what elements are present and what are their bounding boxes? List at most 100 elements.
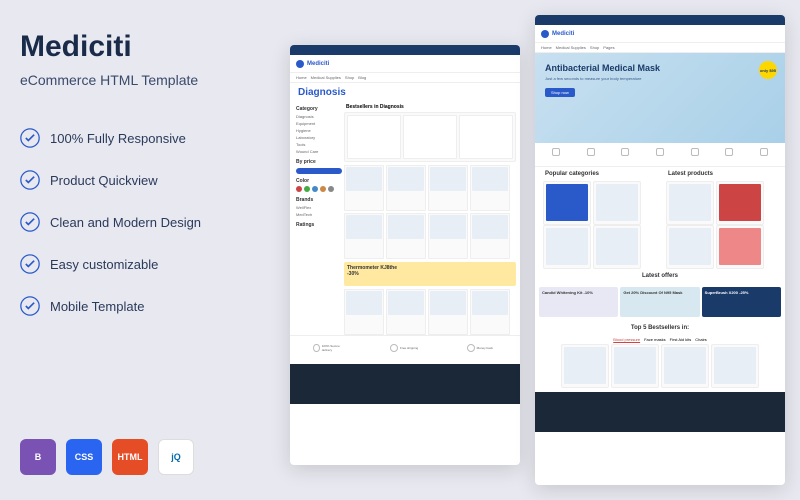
tab-item[interactable]: First Aid kits (670, 337, 692, 342)
color-swatch[interactable] (296, 186, 302, 192)
tab-item[interactable]: Chairs (695, 337, 707, 342)
product-image (346, 167, 382, 191)
truck-icon (390, 344, 398, 352)
product-card[interactable] (666, 225, 714, 269)
product-card[interactable] (428, 165, 468, 211)
product-card[interactable] (344, 213, 384, 259)
product-card[interactable] (470, 165, 510, 211)
product-card[interactable] (711, 344, 759, 388)
nav-item[interactable]: Medical Supplies (556, 45, 586, 50)
product-card[interactable] (428, 213, 468, 259)
category-link[interactable]: Hygiene (294, 127, 344, 134)
category-icon[interactable] (618, 148, 632, 162)
main-nav: Home Medical Supplies Shop Pages (535, 43, 785, 53)
nav-item[interactable]: Home (296, 75, 307, 80)
popular-column: Popular categories (539, 167, 658, 269)
product-card[interactable] (347, 115, 401, 159)
product-card[interactable] (470, 289, 510, 335)
category-icon[interactable] (653, 148, 667, 162)
feature-text: Clean and Modern Design (50, 215, 201, 230)
service-badge: Money back (467, 340, 497, 356)
product-image (546, 228, 588, 265)
category-link[interactable]: Wound Care (294, 148, 344, 155)
shop-now-button[interactable]: Shop now (545, 88, 575, 97)
service-badge: Free shipping (390, 340, 420, 356)
product-image (614, 347, 656, 384)
nav-item[interactable]: Shop (590, 45, 599, 50)
product-card[interactable] (403, 115, 457, 159)
category-icon[interactable] (549, 148, 563, 162)
nav-item[interactable]: Shop (345, 75, 354, 80)
footer (535, 392, 785, 432)
filter-heading: By price (294, 158, 344, 166)
logo-icon (296, 60, 304, 68)
product-card[interactable] (716, 225, 764, 269)
tab-item[interactable]: Blood pressure (613, 337, 640, 342)
product-card[interactable] (470, 213, 510, 259)
color-swatch[interactable] (320, 186, 326, 192)
tab-item[interactable]: Face masks (644, 337, 666, 342)
category-link[interactable]: Diagnosis (294, 113, 344, 120)
nav-item[interactable]: Pages (603, 45, 614, 50)
category-icon[interactable] (722, 148, 736, 162)
category-link[interactable]: Tools (294, 141, 344, 148)
offer-card[interactable]: SuperBrush X200 -25% (702, 287, 781, 317)
category-link[interactable]: Laboratory (294, 134, 344, 141)
promo-left-panel: Mediciti eCommerce HTML Template 100% Fu… (0, 0, 280, 500)
feature-item: 100% Fully Responsive (20, 128, 260, 148)
logo-text: Mediciti (307, 61, 329, 67)
offer-card[interactable]: Candid Whitening Kit -10% (539, 287, 618, 317)
nav-item[interactable]: Home (541, 45, 552, 50)
product-card[interactable] (611, 344, 659, 388)
product-card[interactable] (386, 165, 426, 211)
product-card[interactable] (386, 289, 426, 335)
lock-icon (313, 344, 319, 352)
service-badge: 100% Secure delivery (313, 340, 343, 356)
mockup-showcase: Mediciti Home Medical Supplies Shop Blog… (290, 15, 790, 485)
product-card[interactable] (593, 225, 641, 269)
nav-item[interactable]: Medical Supplies (311, 75, 341, 80)
brand-title: Mediciti (20, 30, 260, 64)
product-image (388, 167, 424, 191)
product-image (472, 167, 508, 191)
category-icon[interactable] (584, 148, 598, 162)
brand-filter[interactable]: WellFlex (294, 204, 344, 211)
featured-row (344, 112, 516, 162)
product-image (714, 347, 756, 384)
product-card[interactable] (561, 344, 609, 388)
page-title: Diagnosis (290, 83, 520, 102)
hero-banner: Antibacterial Medical Mask Just a few se… (535, 53, 785, 143)
product-card[interactable] (666, 181, 714, 225)
product-card[interactable] (716, 181, 764, 225)
product-card[interactable] (386, 213, 426, 259)
product-card[interactable] (661, 344, 709, 388)
product-image (388, 291, 424, 315)
color-swatch[interactable] (304, 186, 310, 192)
product-card[interactable] (543, 181, 591, 225)
section-heading: Popular categories (539, 167, 658, 181)
product-image (346, 215, 382, 239)
feature-text: Easy customizable (50, 257, 158, 272)
category-icon[interactable] (757, 148, 771, 162)
service-icons: 100% Secure delivery Free shipping Money… (290, 335, 520, 360)
product-card[interactable] (344, 165, 384, 211)
category-link[interactable]: Equipment (294, 120, 344, 127)
brand-filter[interactable]: MedTech (294, 211, 344, 218)
promo-banner[interactable]: Thermometer KJ8the -30% (344, 262, 516, 286)
product-card[interactable] (344, 289, 384, 335)
product-card[interactable] (593, 181, 641, 225)
product-card[interactable] (428, 289, 468, 335)
price-slider[interactable] (296, 168, 342, 174)
nav-item[interactable]: Blog (358, 75, 366, 80)
offer-card[interactable]: Get 20% Discount Of N95 Mask (620, 287, 699, 317)
product-card[interactable] (543, 225, 591, 269)
feature-item: Mobile Template (20, 296, 260, 316)
product-card[interactable] (459, 115, 513, 159)
product-image (664, 347, 706, 384)
section-heading: Latest offers (535, 269, 785, 283)
category-icon[interactable] (688, 148, 702, 162)
promo-discount: -30% (347, 271, 513, 277)
color-swatch[interactable] (312, 186, 318, 192)
product-image (430, 167, 466, 191)
color-swatch[interactable] (328, 186, 334, 192)
